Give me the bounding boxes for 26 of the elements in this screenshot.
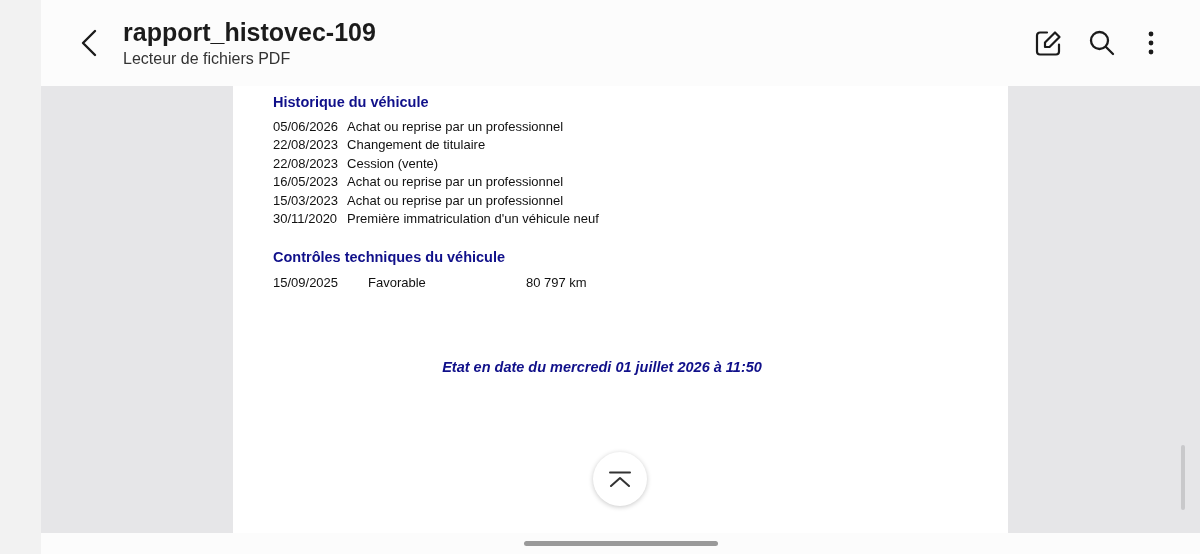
- history-date: 16/05/2023: [273, 174, 339, 190]
- history-event: Première immatriculation d'un véhicule neuf: [347, 210, 599, 226]
- history-date: 15/03/2023: [273, 192, 339, 208]
- scroll-top-icon: [609, 471, 631, 487]
- app-subtitle: Lecteur de fichiers PDF: [123, 49, 292, 68]
- inspection-date: 15/09/2025: [273, 274, 340, 290]
- history-event: Changement de titulaire: [347, 137, 487, 153]
- history-date: 22/08/2023: [273, 155, 339, 171]
- history-date: 22/08/2023: [273, 137, 339, 153]
- section-heading: Contrôles techniques du véhicule: [273, 247, 507, 266]
- report-timestamp: Etat en date du mercredi 01 juillet 2026 à 11:50: [442, 358, 762, 375]
- edit-icon: [1034, 29, 1062, 57]
- more-icon: [1148, 31, 1154, 55]
- history-date: 05/06/2026: [273, 119, 339, 134]
- section-heading: Historique du véhicule: [273, 93, 430, 111]
- history-event: Cession (vente): [347, 155, 440, 171]
- history-event: Achat ou reprise par un professionnel: [347, 174, 565, 190]
- history-event: Achat ou reprise par un professionnel: [347, 192, 565, 208]
- document-title: rapport_histovec-109: [123, 16, 377, 47]
- history-date: 30/11/2020: [273, 210, 339, 226]
- inspection-result: Favorable: [368, 274, 427, 290]
- inspection-mileage: 80 797 km: [526, 274, 587, 290]
- home-indicator[interactable]: [523, 540, 718, 546]
- back-icon: [81, 29, 97, 57]
- history-event: Achat ou reprise par un professionnel: [347, 119, 565, 134]
- search-icon: [1089, 30, 1115, 56]
